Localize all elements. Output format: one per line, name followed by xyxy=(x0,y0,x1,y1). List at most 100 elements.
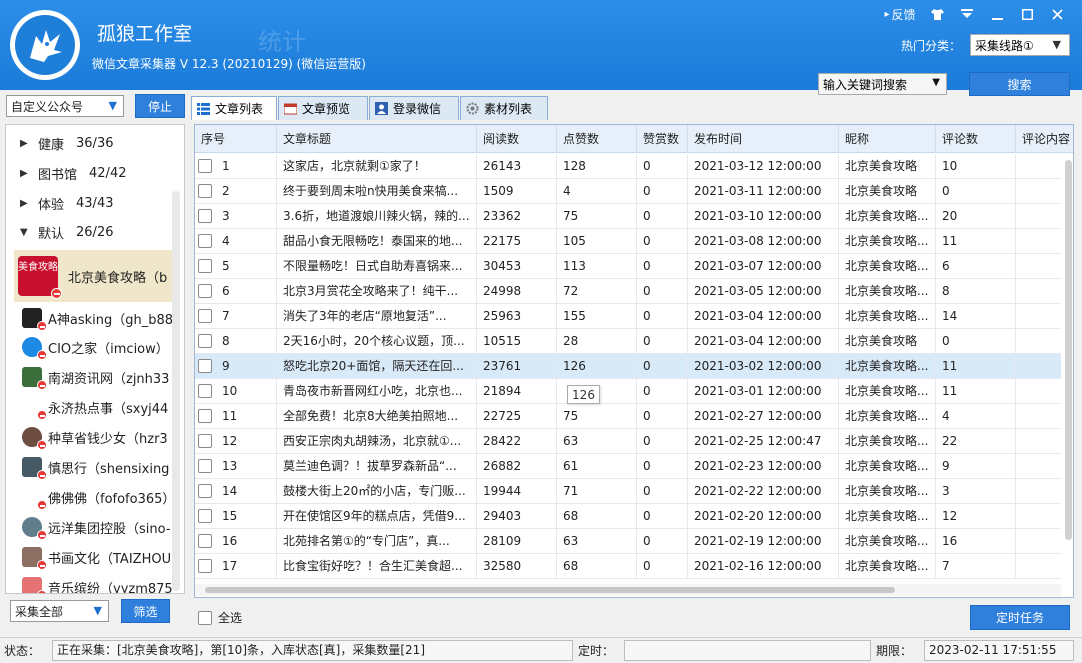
table-row[interactable]: 17 比食宝街好吃？！合生汇美食超... 32580 68 0 2021-02-16 12… xyxy=(195,554,1061,579)
account-row[interactable]: 书画文化（TAIZHOU xyxy=(6,543,178,571)
nickname-cell: 北京美食攻略 xyxy=(839,179,936,204)
row-checkbox[interactable] xyxy=(198,459,212,473)
row-number-cell: 9 xyxy=(195,354,277,379)
table-row[interactable]: 8 2天16小时，20个核心议题，顶... 10515 28 0 2021-03-04 1… xyxy=(195,329,1061,354)
table-row[interactable]: 13 莫兰迪色调？！拔草罗森新品“... 26882 61 0 2021-02-23 12… xyxy=(195,454,1061,479)
tree-group-default[interactable]: ▼ 默认 26/26 xyxy=(20,222,113,242)
row-number-cell: 15 xyxy=(195,504,277,529)
no-entry-icon xyxy=(37,410,47,420)
col-header-likes[interactable]: 点赞数 xyxy=(557,125,637,153)
nickname-cell: 北京美食攻略... xyxy=(839,229,936,254)
scheduled-task-button[interactable]: 定时任务 xyxy=(970,605,1070,630)
row-checkbox[interactable] xyxy=(198,259,212,273)
row-checkbox[interactable] xyxy=(198,234,212,248)
row-checkbox[interactable] xyxy=(198,409,212,423)
tab-article-preview[interactable]: 文章预览 xyxy=(278,96,368,120)
tab-material-list[interactable]: 素材列表 xyxy=(460,96,548,120)
row-checkbox[interactable] xyxy=(198,434,212,448)
table-row[interactable]: 9 怒吃北京20+面馆，隔天还在回... 23761 126 0 2021-03-02 1… xyxy=(195,354,1061,379)
account-row[interactable]: 佛佛佛（fofofo365） xyxy=(6,483,178,511)
row-number: 13 xyxy=(222,459,238,473)
table-row[interactable]: 12 西安正宗肉丸胡辣汤，北京就①... 28422 63 0 2021-02-25 12… xyxy=(195,429,1061,454)
tab-article-list[interactable]: 文章列表 xyxy=(191,96,277,120)
left-scrollbar[interactable] xyxy=(172,191,180,591)
collect-scope-select[interactable]: 采集全部 ▼ xyxy=(10,600,109,622)
row-checkbox[interactable] xyxy=(198,534,212,548)
row-checkbox[interactable] xyxy=(198,334,212,348)
account-row[interactable]: 南湖资讯网（zjnh33 xyxy=(6,363,178,391)
menu-button[interactable] xyxy=(952,4,982,24)
col-header-rewards[interactable]: 赞赏数 xyxy=(637,125,688,153)
table-row[interactable]: 11 全部免费！北京8大绝美拍照地... 22725 75 0 2021-02-27 12… xyxy=(195,404,1061,429)
col-header-comments[interactable]: 评论数 xyxy=(936,125,1016,153)
table-row[interactable]: 3 3.6折，地道渡娘川辣火锅，辣的... 23362 75 0 2021-03-10 1… xyxy=(195,204,1061,229)
no-entry-icon xyxy=(37,530,47,540)
row-checkbox[interactable] xyxy=(198,309,212,323)
minimize-button[interactable] xyxy=(982,4,1012,24)
account-row[interactable]: 种草省钱少女（hzr3 xyxy=(6,423,178,451)
row-checkbox[interactable] xyxy=(198,184,212,198)
table-row[interactable]: 15 开在使馆区9年的糕点店，凭借9... 29403 68 0 2021-02-20 1… xyxy=(195,504,1061,529)
account-type-select[interactable]: 自定义公众号 ▼ xyxy=(6,95,124,117)
table-row[interactable]: 1 这家店，北京就剩①家了！ 26143 128 0 2021-03-12 12:00:0… xyxy=(195,154,1061,179)
row-checkbox[interactable] xyxy=(198,384,212,398)
table-row[interactable]: 10 青岛夜市新晋网红小吃，北京也... 21894 0 2021-03-01 12:0… xyxy=(195,379,1061,404)
account-row[interactable]: A神asking（gh_b88 xyxy=(6,304,178,332)
table-row[interactable]: 2 终于要到周末啦n快用美食来犒... 1509 4 0 2021-03-11 12:00… xyxy=(195,179,1061,204)
col-header-nickname[interactable]: 昵称 xyxy=(839,125,936,153)
no-entry-icon xyxy=(37,350,47,360)
likes-cell: 75 xyxy=(557,204,637,229)
row-checkbox[interactable] xyxy=(198,484,212,498)
tab-login-wechat[interactable]: 登录微信 xyxy=(369,96,459,120)
select-all-checkbox[interactable]: 全选 xyxy=(198,609,242,626)
row-number-cell: 4 xyxy=(195,229,277,254)
col-header-no[interactable]: 序号 xyxy=(195,125,277,153)
stop-button[interactable]: 停止 xyxy=(135,94,185,118)
likes-cell: 61 xyxy=(557,454,637,479)
table-row[interactable]: 5 不限量畅吃！日式自助寿喜锅来... 30453 113 0 2021-03-07 12… xyxy=(195,254,1061,279)
row-checkbox[interactable] xyxy=(198,209,212,223)
comments-cell: 11 xyxy=(936,229,1016,254)
account-row[interactable]: 音乐缤纷（yyzm875 xyxy=(6,573,178,593)
account-row[interactable]: 永济热点事（sxyj44 xyxy=(6,393,178,421)
chevron-down-icon: ▼ xyxy=(932,77,940,88)
table-vertical-scrollbar[interactable] xyxy=(1064,154,1073,569)
row-checkbox[interactable] xyxy=(198,509,212,523)
account-row[interactable]: CIO之家（imciow） xyxy=(6,333,178,361)
feedback-button[interactable]: ▸ 反馈 xyxy=(878,4,922,24)
search-button[interactable]: 搜索 xyxy=(969,72,1070,96)
tree-group-library[interactable]: ▶ 图书馆 42/42 xyxy=(20,163,126,183)
row-number-cell: 13 xyxy=(195,454,277,479)
table-row[interactable]: 14 鼓楼大街上20㎡的小店，专门贩... 19944 71 0 2021-02-22 1… xyxy=(195,479,1061,504)
row-checkbox[interactable] xyxy=(198,284,212,298)
table-row[interactable]: 6 北京3月赏花全攻略来了！纯干... 24998 72 0 2021-03-05 12:… xyxy=(195,279,1061,304)
table-row[interactable]: 4 甜品小食无限畅吃！泰国来的地... 22175 105 0 2021-03-08 12… xyxy=(195,229,1061,254)
tree-group-experience[interactable]: ▶ 体验 43/43 xyxy=(20,193,113,213)
table-row[interactable]: 16 北苑排名第①的“专门店”，真... 28109 63 0 2021-02-19 12… xyxy=(195,529,1061,554)
account-avatar xyxy=(22,427,47,450)
skin-button[interactable] xyxy=(922,4,952,24)
rewards-cell: 0 xyxy=(637,254,688,279)
row-checkbox[interactable] xyxy=(198,559,212,573)
comments-cell: 7 xyxy=(936,554,1016,579)
time-cell: 2021-02-16 12:00:00 xyxy=(688,554,839,579)
table-row[interactable]: 7 消失了3年的老店“原地复活”... 25963 155 0 2021-03-04 12… xyxy=(195,304,1061,329)
table-horizontal-scrollbar[interactable] xyxy=(195,584,1061,596)
row-checkbox[interactable] xyxy=(198,359,212,373)
filter-button[interactable]: 筛选 xyxy=(121,599,170,623)
account-row[interactable]: 慎思行（shensixing xyxy=(6,453,178,481)
col-header-comment-content[interactable]: 评论内容 xyxy=(1016,125,1073,153)
row-checkbox[interactable] xyxy=(198,159,212,173)
row-number-cell: 8 xyxy=(195,329,277,354)
selected-account-row[interactable]: 美食攻略 北京美食攻略（b xyxy=(14,250,178,302)
line-select[interactable]: 采集线路① ▼ xyxy=(970,34,1070,56)
col-header-title[interactable]: 文章标题 xyxy=(277,125,477,153)
maximize-button[interactable] xyxy=(1012,4,1042,24)
col-header-time[interactable]: 发布时间 xyxy=(688,125,839,153)
col-header-reads[interactable]: 阅读数 xyxy=(477,125,557,153)
account-row[interactable]: 远洋集团控股（sino- xyxy=(6,513,178,541)
tree-group-health[interactable]: ▶ 健康 36/36 xyxy=(20,133,113,153)
rewards-cell: 0 xyxy=(637,229,688,254)
close-button[interactable] xyxy=(1042,4,1072,24)
keyword-search-select[interactable]: 输入关键词搜索 ▼ xyxy=(818,73,947,95)
